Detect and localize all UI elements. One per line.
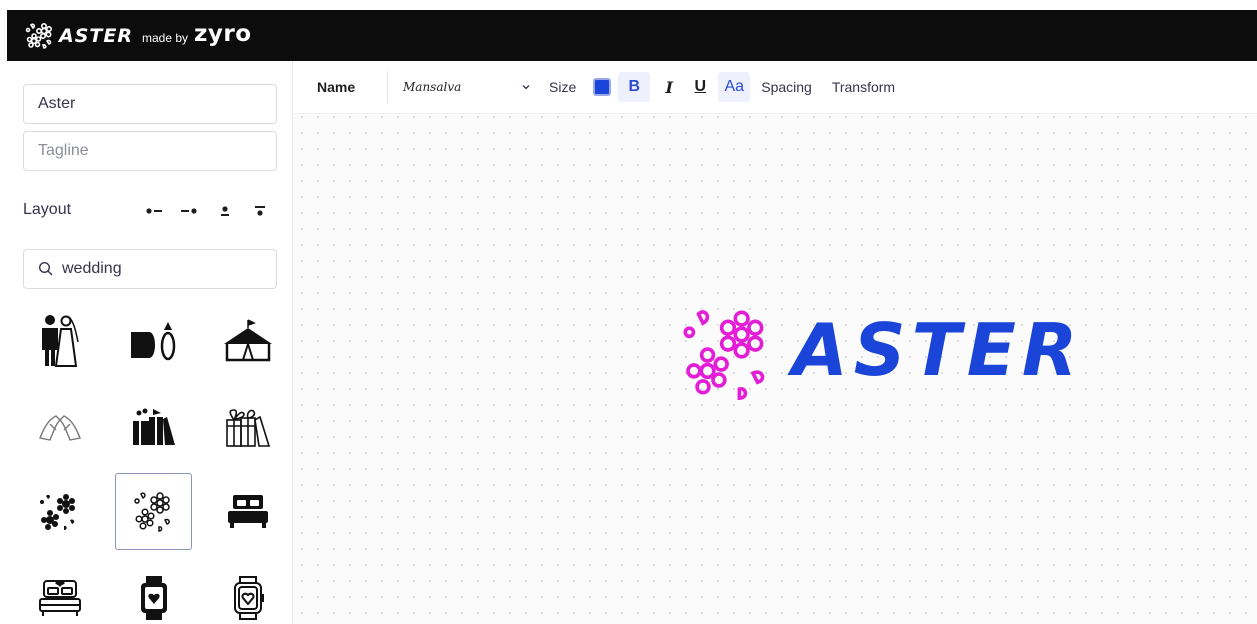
icon-option[interactable] — [21, 387, 98, 464]
gift-boxes-icon — [225, 408, 270, 447]
layout-icon-top-icon — [221, 206, 229, 216]
icon-search[interactable] — [23, 249, 277, 289]
ring-icon — [130, 321, 175, 360]
font-select[interactable]: Mansalva — [403, 71, 531, 103]
app-header: ASTER made by zyro — [7, 10, 1257, 61]
icon-option[interactable] — [209, 559, 286, 624]
sidebar: Layout — [7, 61, 293, 624]
gifts-icon — [132, 408, 175, 445]
brand-name: ASTER — [59, 24, 133, 47]
wedding-tent-icon — [223, 318, 272, 361]
icon-option[interactable] — [209, 387, 286, 464]
bed-heart-icon — [38, 579, 81, 616]
layout-icon-left-button[interactable] — [143, 201, 167, 221]
logo-preview[interactable]: ASTER — [678, 299, 1083, 411]
layout-icon-right-button[interactable] — [177, 201, 201, 221]
icon-option[interactable] — [115, 387, 192, 464]
tab-name[interactable]: Name — [294, 71, 388, 103]
transform-button[interactable]: Transform — [832, 79, 895, 95]
chevron-down-icon — [522, 85, 530, 90]
layout-icon-left-icon — [146, 208, 162, 214]
bold-button[interactable]: B — [618, 72, 651, 102]
logo-name-text: ASTER — [792, 308, 1084, 392]
layout-icon-top-button[interactable] — [213, 201, 237, 221]
holding-hands-icon — [38, 414, 81, 441]
tagline-input[interactable] — [23, 131, 277, 171]
color-swatch — [593, 78, 612, 96]
made-by-label: made by — [141, 30, 188, 45]
case-button[interactable]: Aa — [718, 72, 751, 102]
spacing-button[interactable]: Spacing — [761, 79, 812, 95]
bride-groom-icon — [41, 314, 79, 367]
layout-icon-top-centered-button[interactable] — [248, 201, 272, 221]
search-icon — [38, 261, 53, 276]
flower-spray-icon — [39, 493, 75, 530]
underline-button[interactable]: U — [688, 72, 712, 102]
icon-option[interactable] — [21, 473, 98, 550]
layout-icon-right-icon — [181, 208, 197, 214]
layout-label: Layout — [23, 201, 72, 218]
double-bed-icon — [227, 494, 268, 528]
size-button[interactable]: Size — [549, 79, 576, 95]
layout-icon-top-centered-icon — [255, 206, 265, 216]
flowers-icon — [133, 491, 170, 532]
brand-logo[interactable] — [25, 21, 55, 51]
icon-option[interactable] — [115, 301, 192, 378]
icon-search-input[interactable] — [62, 260, 262, 278]
smartwatch-heart-icon — [140, 575, 167, 620]
watch-heart-icon — [233, 575, 264, 620]
text-color-button[interactable] — [590, 72, 614, 102]
font-select-value: Mansalva — [403, 80, 462, 94]
icon-option[interactable] — [21, 301, 98, 378]
icon-option[interactable] — [209, 301, 286, 378]
logo-name-input[interactable] — [23, 84, 277, 124]
icon-option[interactable] — [115, 559, 192, 624]
icon-option[interactable] — [209, 473, 286, 550]
icon-option-selected[interactable] — [115, 473, 192, 550]
flowers-icon — [25, 22, 52, 49]
icon-option[interactable] — [21, 559, 98, 624]
text-toolbar: Name Mansalva Size B I U Aa Spacing Tran… — [294, 61, 1257, 114]
italic-button[interactable]: I — [657, 72, 681, 102]
flowers-icon — [683, 310, 765, 401]
vendor-logo[interactable]: zyro — [194, 21, 252, 47]
